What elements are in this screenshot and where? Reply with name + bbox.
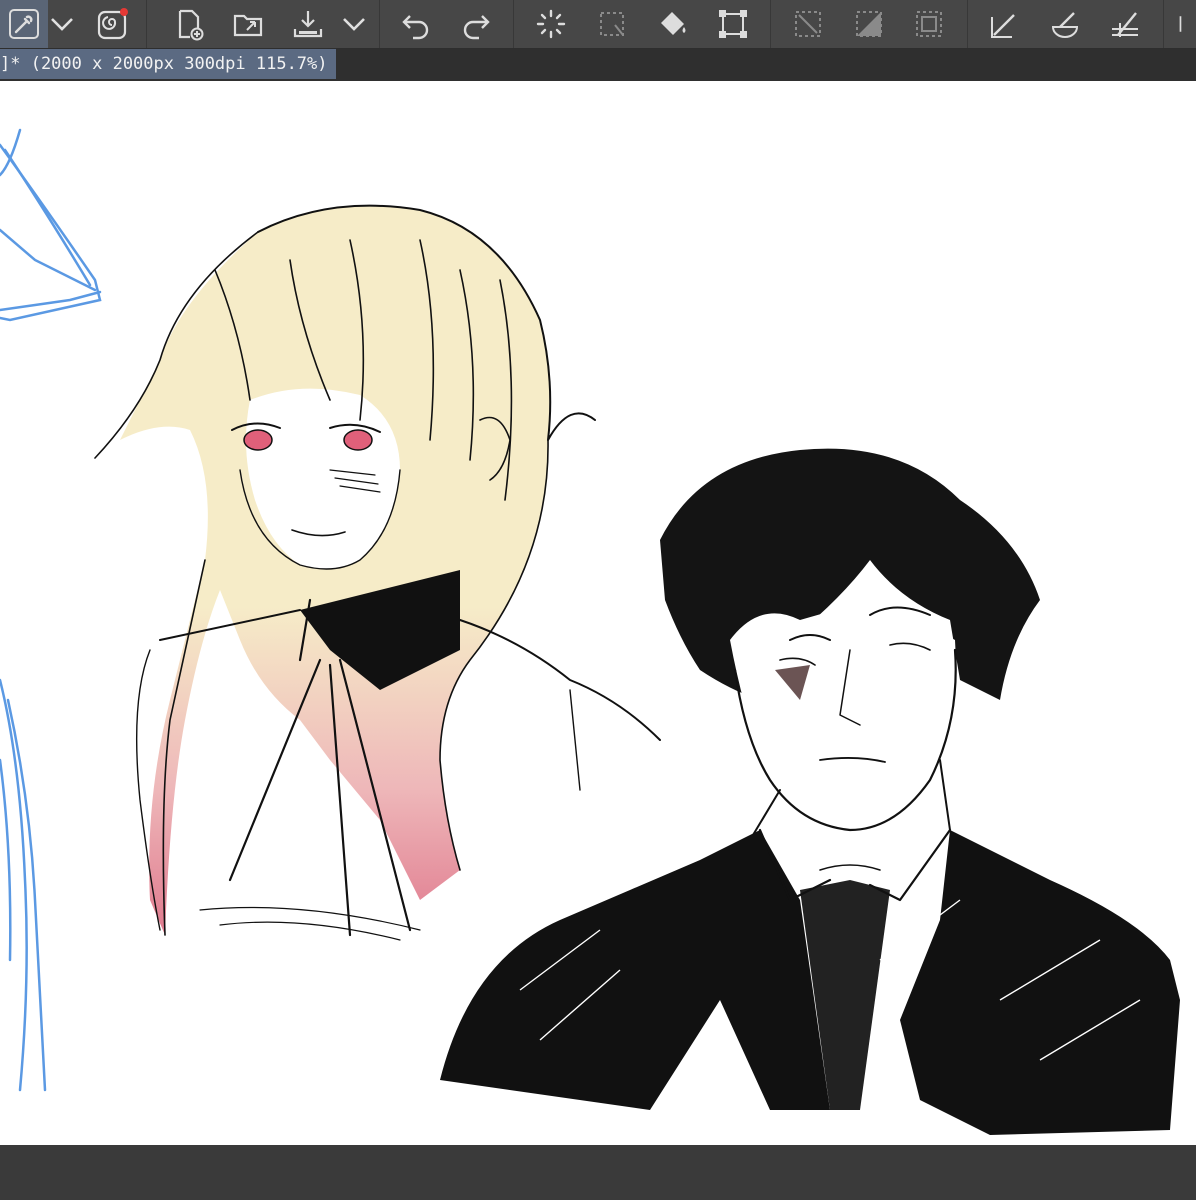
clear-selection-button[interactable]	[784, 0, 832, 48]
more-tools-button[interactable]	[1172, 0, 1196, 48]
undo-button[interactable]	[392, 0, 440, 48]
app-menu-button[interactable]	[88, 0, 136, 48]
transform-button[interactable]	[709, 0, 757, 48]
brush-blend-icon	[1051, 12, 1079, 38]
new-canvas-button[interactable]	[165, 0, 213, 48]
perspective-ruler-icon	[1112, 12, 1138, 37]
loading-indicator	[527, 0, 575, 48]
ruler-snap-button[interactable]	[981, 0, 1029, 48]
redo-icon	[463, 15, 490, 40]
save-button[interactable]	[284, 0, 332, 48]
more-icon	[1179, 16, 1182, 32]
brush-blend-button[interactable]	[1041, 0, 1089, 48]
crop-selection-icon	[916, 11, 942, 37]
tool-dropdown-button[interactable]	[40, 0, 84, 48]
document-tab-bar: ]* (2000 x 2000px 300dpi 115.7%)	[0, 49, 1196, 81]
save-dropdown-button[interactable]	[332, 0, 376, 48]
chevron-down-icon	[51, 18, 73, 31]
fill-selection-button[interactable]	[845, 0, 893, 48]
chevron-down-icon	[343, 18, 365, 31]
toolbar	[0, 0, 1196, 49]
fill-selection-icon	[856, 11, 882, 37]
bottom-bar	[0, 1145, 1196, 1200]
open-file-button[interactable]	[224, 0, 272, 48]
fill-bucket-icon	[661, 12, 686, 35]
crop-selection-button[interactable]	[905, 0, 953, 48]
deselect-button[interactable]	[588, 0, 636, 48]
drawing-canvas[interactable]	[0, 81, 1196, 1145]
blue-rough-sketch	[0, 128, 102, 1092]
undo-icon	[402, 15, 429, 40]
artwork	[0, 128, 1180, 1135]
new-canvas-icon	[178, 9, 204, 41]
loading-spinner-icon	[536, 9, 566, 39]
document-tab[interactable]: ]* (2000 x 2000px 300dpi 115.7%)	[0, 49, 336, 79]
transform-icon	[719, 10, 747, 38]
fill-button[interactable]	[649, 0, 697, 48]
open-folder-icon	[233, 14, 263, 37]
clear-selection-icon	[795, 11, 821, 37]
save-download-icon	[293, 11, 323, 38]
spiral-app-icon	[97, 8, 128, 40]
dark-haired-character-sketch	[440, 448, 1180, 1135]
ruler-snap-icon	[991, 14, 1015, 38]
perspective-ruler-button[interactable]	[1101, 0, 1149, 48]
redo-button[interactable]	[452, 0, 500, 48]
blonde-character-sketch	[94, 204, 661, 941]
deselect-icon	[600, 12, 624, 36]
eyedropper-icon	[9, 9, 39, 39]
